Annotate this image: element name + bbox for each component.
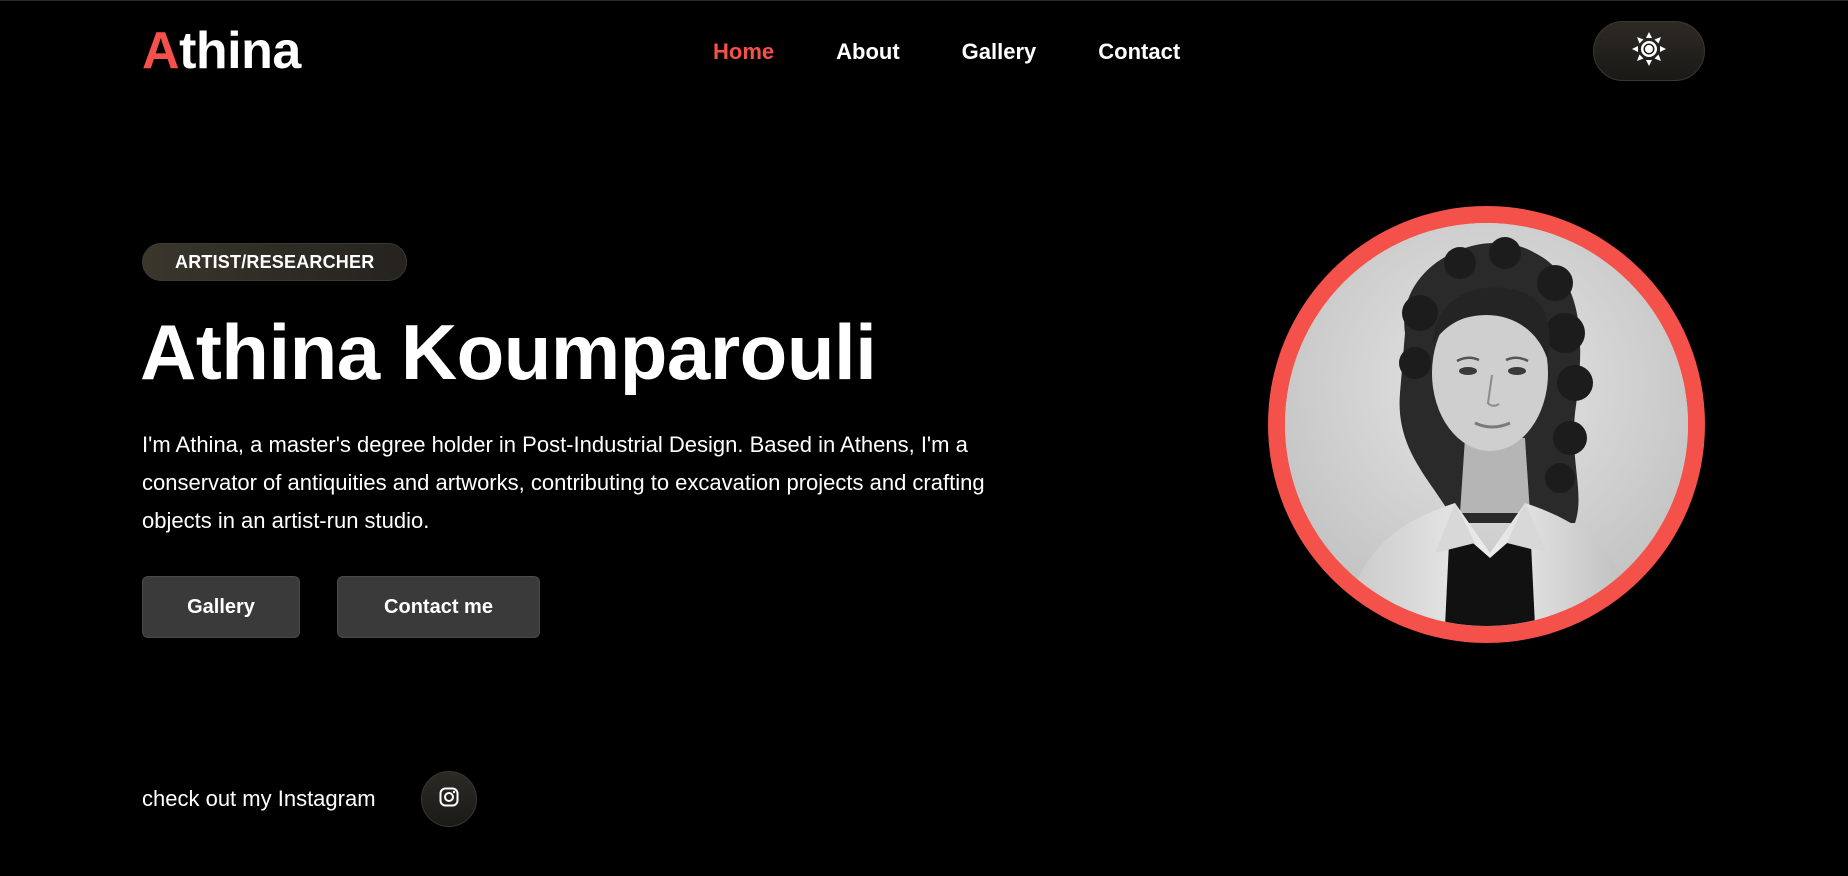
contact-me-button[interactable]: Contact me <box>337 576 540 638</box>
page: Athina Home About Gallery Contact ARTIST… <box>0 0 1848 876</box>
logo-text: thina <box>179 22 301 80</box>
instagram-icon <box>439 787 459 812</box>
role-badge: ARTIST/RESEARCHER <box>142 243 408 281</box>
hero-bio: I'm Athina, a master's degree holder in … <box>142 432 985 533</box>
main-nav: Home About Gallery Contact <box>713 37 1242 67</box>
portrait-photo <box>1285 223 1688 626</box>
nav-contact[interactable]: Contact <box>1098 37 1180 67</box>
hero-name: Athina Koumparouli <box>140 308 877 396</box>
nav-home[interactable]: Home <box>713 37 774 67</box>
instagram-button[interactable] <box>421 771 477 827</box>
logo-accent-letter: A <box>142 22 180 80</box>
gallery-button[interactable]: Gallery <box>142 576 300 638</box>
instagram-label: check out my Instagram <box>142 786 376 811</box>
nav-about[interactable]: About <box>836 37 900 67</box>
sun-icon <box>1631 31 1667 72</box>
nav-gallery[interactable]: Gallery <box>962 37 1037 67</box>
theme-toggle-button[interactable] <box>1593 21 1705 81</box>
site-logo[interactable]: Athina <box>142 23 301 79</box>
portrait-frame <box>1268 206 1705 643</box>
